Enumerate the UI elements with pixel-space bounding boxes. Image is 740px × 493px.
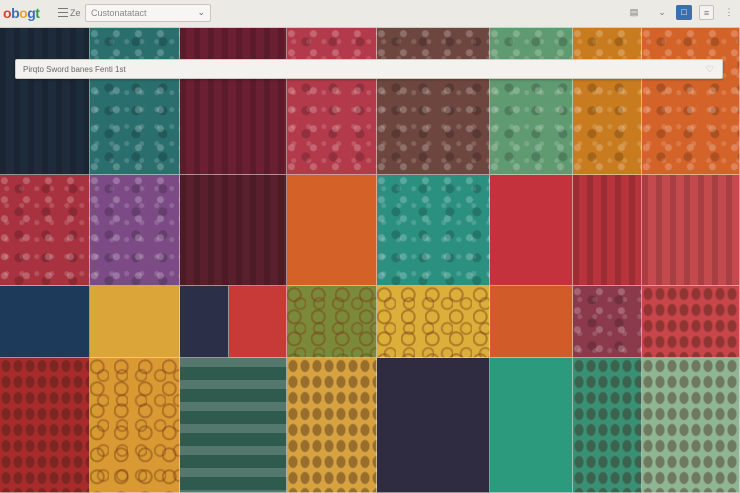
mosaic-tile[interactable] [90,358,180,493]
mosaic-tile[interactable] [573,28,642,175]
logo-letter: t [35,5,40,21]
mosaic-tile[interactable] [0,28,90,175]
mosaic-tile[interactable] [287,175,377,286]
more-icon[interactable]: ⋮ [722,5,736,20]
mosaic-tile[interactable] [180,286,229,358]
mosaic-tile[interactable] [377,28,490,175]
mosaic-tile[interactable] [642,286,740,358]
top-toolbar: obogt Ze Custonatatact ⌄ ▤ ⌄ □ ≡ ⋮ [0,0,740,28]
image-mosaic [0,28,740,493]
menu-icon[interactable] [58,8,68,17]
url-bar[interactable]: Pirqto Sword banes Fenti 1st ♡ [15,59,723,79]
mosaic-tile[interactable] [642,28,740,175]
mosaic-tile[interactable] [180,358,287,493]
mosaic-tile[interactable] [0,175,90,286]
logo-letter: b [11,5,20,21]
mosaic-tile[interactable] [377,358,490,493]
mosaic-tile[interactable] [573,286,642,358]
square-icon[interactable]: □ [676,5,692,20]
mosaic-tile[interactable] [0,286,90,358]
url-text: Pirqto Sword banes Fenti 1st [23,65,126,74]
mosaic-tile[interactable] [377,175,490,286]
mosaic-tile[interactable] [287,358,377,493]
browser-window: obogt Ze Custonatatact ⌄ ▤ ⌄ □ ≡ ⋮ Pirqt… [0,0,740,493]
mosaic-tile[interactable] [377,286,490,358]
mosaic-tile[interactable] [287,28,377,175]
logo-letter: o [19,5,28,21]
chevron-down-icon[interactable]: ⌄ [656,5,668,20]
heart-icon[interactable]: ♡ [706,64,714,75]
toolbar-label: Ze [70,8,81,18]
mosaic-tile[interactable] [642,175,740,286]
mosaic-tile[interactable] [90,28,180,175]
mosaic-tile[interactable] [180,28,287,175]
mosaic-tile[interactable] [490,358,573,493]
mosaic-tile[interactable] [0,358,90,493]
mosaic-tile[interactable] [490,175,573,286]
search-input[interactable]: Custonatatact ⌄ [85,4,211,22]
logo-letter: o [3,5,12,21]
logo-letter: g [27,5,36,21]
mosaic-tile[interactable] [90,286,180,358]
list-icon[interactable]: ≡ [699,5,714,20]
grid-icon[interactable]: ▤ [628,5,640,20]
mosaic-tile[interactable] [573,175,642,286]
mosaic-tile[interactable] [229,286,287,358]
mosaic-tile[interactable] [642,358,740,493]
mosaic-tile[interactable] [573,358,642,493]
mosaic-tile[interactable] [90,175,180,286]
search-text: Custonatatact [91,8,147,18]
mosaic-tile[interactable] [180,175,287,286]
chevron-down-icon[interactable]: ⌄ [197,7,205,18]
mosaic-tile[interactable] [287,286,377,358]
logo[interactable]: obogt [3,4,40,22]
mosaic-tile[interactable] [490,28,573,175]
mosaic-tile[interactable] [490,286,573,358]
